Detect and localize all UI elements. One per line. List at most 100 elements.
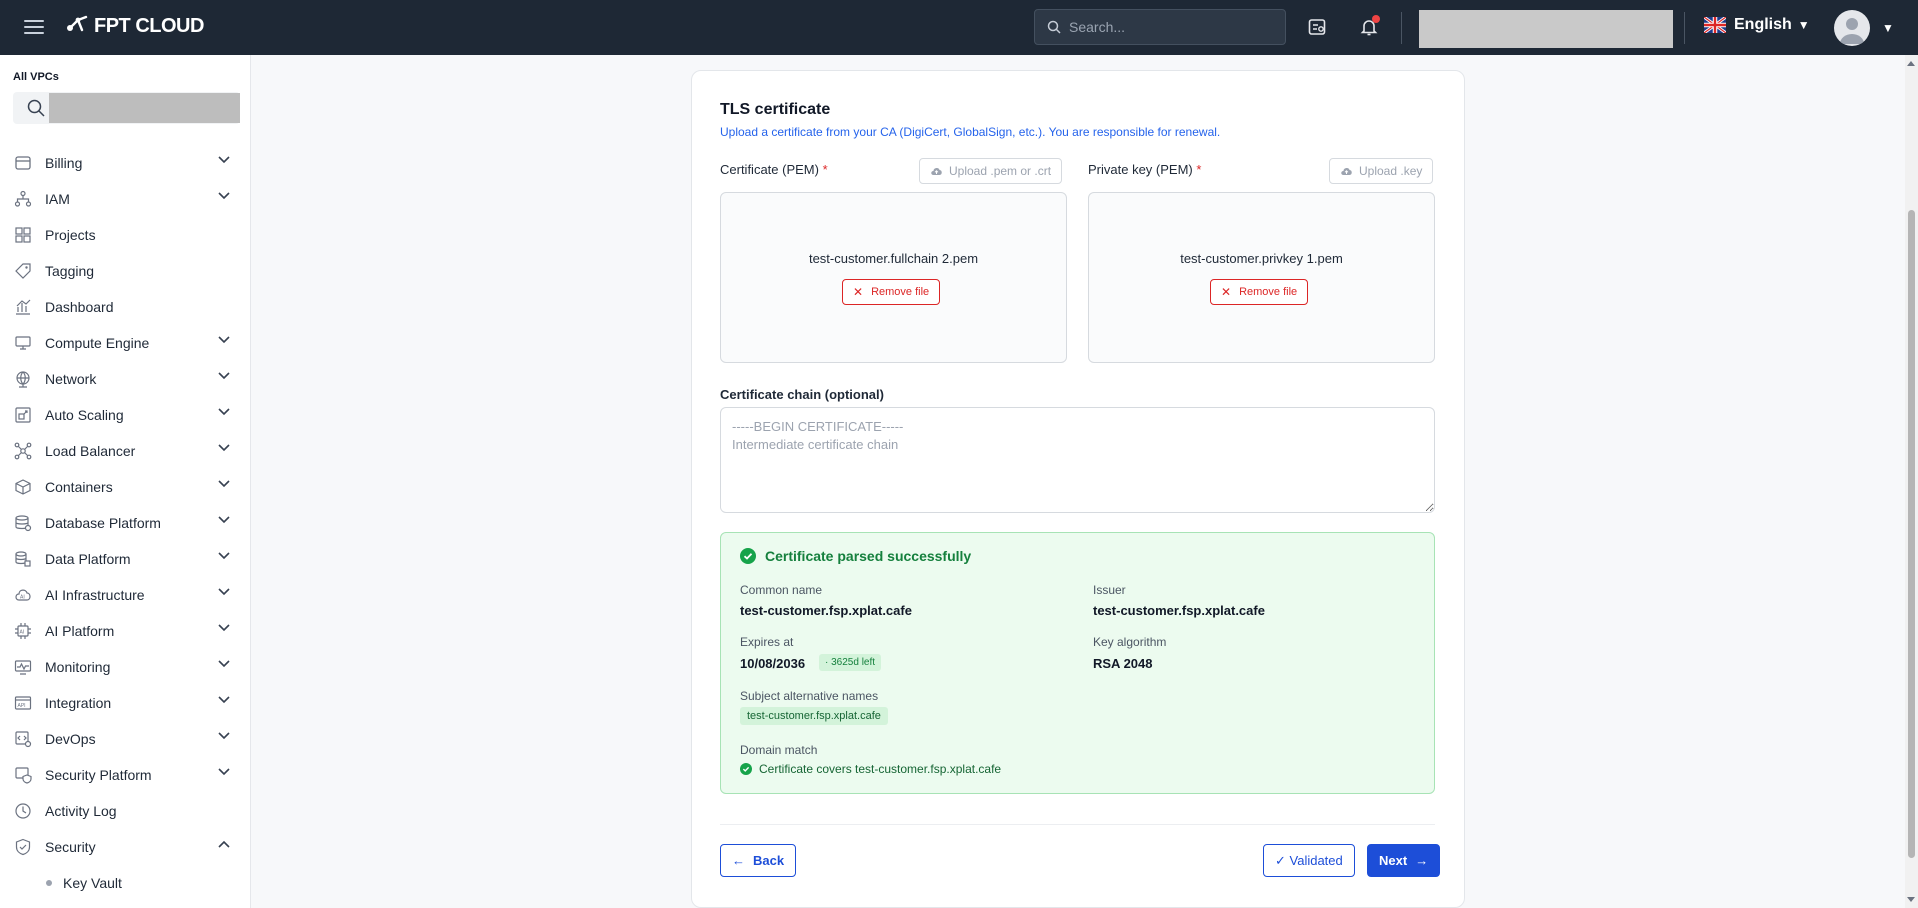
sidebar-item-ai-platform[interactable]: AI AI Platform bbox=[0, 613, 250, 649]
parse-result-heading: Certificate parsed successfully bbox=[740, 548, 971, 564]
remove-key-button[interactable]: ✕ Remove file bbox=[1210, 279, 1309, 305]
private-key-label: Private key (PEM) * bbox=[1088, 162, 1201, 177]
search-icon bbox=[1047, 20, 1061, 34]
avatar[interactable] bbox=[1834, 10, 1870, 46]
sidebar-item-label: Containers bbox=[45, 479, 113, 495]
tls-certificate-card: TLS certificate Upload a certificate fro… bbox=[691, 70, 1465, 908]
sidebar: All VPCs Billing IAM Projects Tagging Da… bbox=[0, 55, 251, 908]
caret-down-icon[interactable]: ▼ bbox=[1882, 21, 1894, 35]
sidebar-item-label: AI Infrastructure bbox=[45, 587, 145, 603]
scroll-up-arrow-icon[interactable] bbox=[1907, 61, 1915, 66]
sidebar-item-label: IAM bbox=[45, 191, 70, 207]
required-mark: * bbox=[1196, 162, 1202, 177]
language-selector[interactable]: English ▼ bbox=[1704, 16, 1810, 34]
sidebar-item-database-platform[interactable]: Database Platform bbox=[0, 505, 250, 541]
global-search[interactable] bbox=[1034, 9, 1286, 45]
days-left-badge: · 3625d left bbox=[819, 654, 882, 671]
bell-icon[interactable] bbox=[1356, 14, 1382, 40]
sidebar-item-security[interactable]: Security bbox=[0, 829, 250, 865]
certificate-chain-input[interactable] bbox=[720, 407, 1435, 513]
api-icon: API bbox=[12, 692, 34, 714]
vpc-search[interactable] bbox=[13, 92, 240, 124]
language-label: English bbox=[1734, 16, 1792, 33]
upload-certificate-button[interactable]: Upload .pem or .crt bbox=[919, 158, 1063, 184]
svg-text:AI: AI bbox=[20, 630, 25, 636]
search-icon bbox=[27, 99, 45, 117]
page-scrollbar[interactable] bbox=[1905, 55, 1918, 908]
domain-match-text: Certificate covers test-customer.fsp.xpl… bbox=[759, 762, 1002, 776]
certificate-dropzone[interactable]: test-customer.fullchain 2.pem ✕ Remove f… bbox=[720, 192, 1067, 363]
sidebar-item-security-platform[interactable]: Security Platform bbox=[0, 757, 250, 793]
cube-icon bbox=[12, 476, 34, 498]
logo[interactable]: FPT CLOUD bbox=[64, 14, 204, 38]
sidebar-item-auto-scaling[interactable]: Auto Scaling bbox=[0, 397, 250, 433]
expires-label: Expires at bbox=[740, 635, 794, 649]
iam-icon bbox=[12, 188, 34, 210]
sidebar-item-monitoring[interactable]: Monitoring bbox=[0, 649, 250, 685]
sidebar-item-dashboard[interactable]: Dashboard bbox=[0, 289, 250, 325]
scroll-down-arrow-icon[interactable] bbox=[1907, 897, 1915, 902]
sidebar-item-label: DevOps bbox=[45, 731, 96, 747]
sidebar-item-iam[interactable]: IAM bbox=[0, 181, 250, 217]
task-icon[interactable] bbox=[1304, 14, 1330, 40]
san-label: Subject alternative names bbox=[740, 689, 879, 703]
dashboard-icon bbox=[12, 296, 34, 318]
sidebar-item-projects[interactable]: Projects bbox=[0, 217, 250, 253]
sidebar-item-label: Data Platform bbox=[45, 551, 131, 567]
sidebar-item-label: Tagging bbox=[45, 263, 95, 279]
top-bar: FPT CLOUD English ▼ ▼ bbox=[0, 0, 1918, 55]
domain-match-label: Domain match bbox=[740, 743, 818, 757]
domain-match-status: Certificate covers test-customer.fsp.xpl… bbox=[740, 762, 1001, 776]
next-button[interactable]: Next → bbox=[1367, 844, 1441, 877]
scroll-thumb[interactable] bbox=[1908, 210, 1915, 858]
security-platform-icon bbox=[12, 764, 34, 786]
data-platform-icon bbox=[12, 548, 34, 570]
remove-file-label: Remove file bbox=[871, 286, 930, 298]
sidebar-item-ai-infrastructure[interactable]: AI AI Infrastructure bbox=[0, 577, 250, 613]
globe-icon bbox=[12, 368, 34, 390]
menu-icon[interactable] bbox=[24, 17, 44, 37]
svg-text:AI: AI bbox=[20, 595, 25, 601]
cloud-upload-icon bbox=[931, 168, 942, 175]
sidebar-item-compute-engine[interactable]: Compute Engine bbox=[0, 325, 250, 361]
caret-down-icon: ▼ bbox=[1797, 18, 1810, 32]
projects-icon bbox=[12, 224, 34, 246]
monitoring-icon bbox=[12, 656, 34, 678]
chevron-down-icon bbox=[218, 156, 230, 164]
sidebar-item-label: Compute Engine bbox=[45, 335, 150, 351]
sidebar-item-integration[interactable]: API Integration bbox=[0, 685, 250, 721]
chevron-down-icon bbox=[218, 588, 230, 596]
private-key-dropzone[interactable]: test-customer.privkey 1.pem ✕ Remove fil… bbox=[1088, 192, 1435, 363]
expires-value: 10/08/2036 bbox=[740, 656, 806, 671]
required-mark: * bbox=[822, 162, 828, 177]
sidebar-subitem-key-vault[interactable]: Key Vault bbox=[0, 865, 250, 901]
card-subtitle: Upload a certificate from your CA (DigiC… bbox=[720, 125, 1221, 139]
sidebar-item-data-platform[interactable]: Data Platform bbox=[0, 541, 250, 577]
parse-result-panel: Certificate parsed successfully Common n… bbox=[720, 532, 1435, 794]
sidebar-item-devops[interactable]: DevOps bbox=[0, 721, 250, 757]
divider bbox=[1684, 12, 1685, 44]
sidebar-item-load-balancer[interactable]: Load Balancer bbox=[0, 433, 250, 469]
logo-text: FPT CLOUD bbox=[94, 14, 204, 37]
notification-dot bbox=[1372, 15, 1380, 23]
sidebar-item-label: Security Platform bbox=[45, 767, 152, 783]
sidebar-item-network[interactable]: Network bbox=[0, 361, 250, 397]
close-icon: ✕ bbox=[1221, 285, 1232, 299]
common-name-value: test-customer.fsp.xplat.cafe bbox=[740, 603, 912, 618]
validated-button[interactable]: ✓ Validated bbox=[1263, 844, 1355, 877]
cloud-upload-icon bbox=[1341, 168, 1352, 175]
search-input[interactable] bbox=[1069, 19, 1269, 35]
sidebar-item-activity-log[interactable]: Activity Log bbox=[0, 793, 250, 829]
sidebar-item-billing[interactable]: Billing bbox=[0, 145, 250, 181]
issuer-value: test-customer.fsp.xplat.cafe bbox=[1093, 603, 1265, 618]
sidebar-item-tagging[interactable]: Tagging bbox=[0, 253, 250, 289]
sidebar-item-label: Security bbox=[45, 839, 96, 855]
sidebar-item-label: Projects bbox=[45, 227, 96, 243]
back-button[interactable]: ← Back bbox=[720, 844, 797, 877]
remove-certificate-button[interactable]: ✕ Remove file bbox=[842, 279, 941, 305]
sidebar-item-containers[interactable]: Containers bbox=[0, 469, 250, 505]
upload-key-button[interactable]: Upload .key bbox=[1329, 158, 1434, 184]
clock-icon bbox=[12, 800, 34, 822]
close-icon: ✕ bbox=[853, 285, 864, 299]
svg-text:API: API bbox=[18, 703, 26, 709]
